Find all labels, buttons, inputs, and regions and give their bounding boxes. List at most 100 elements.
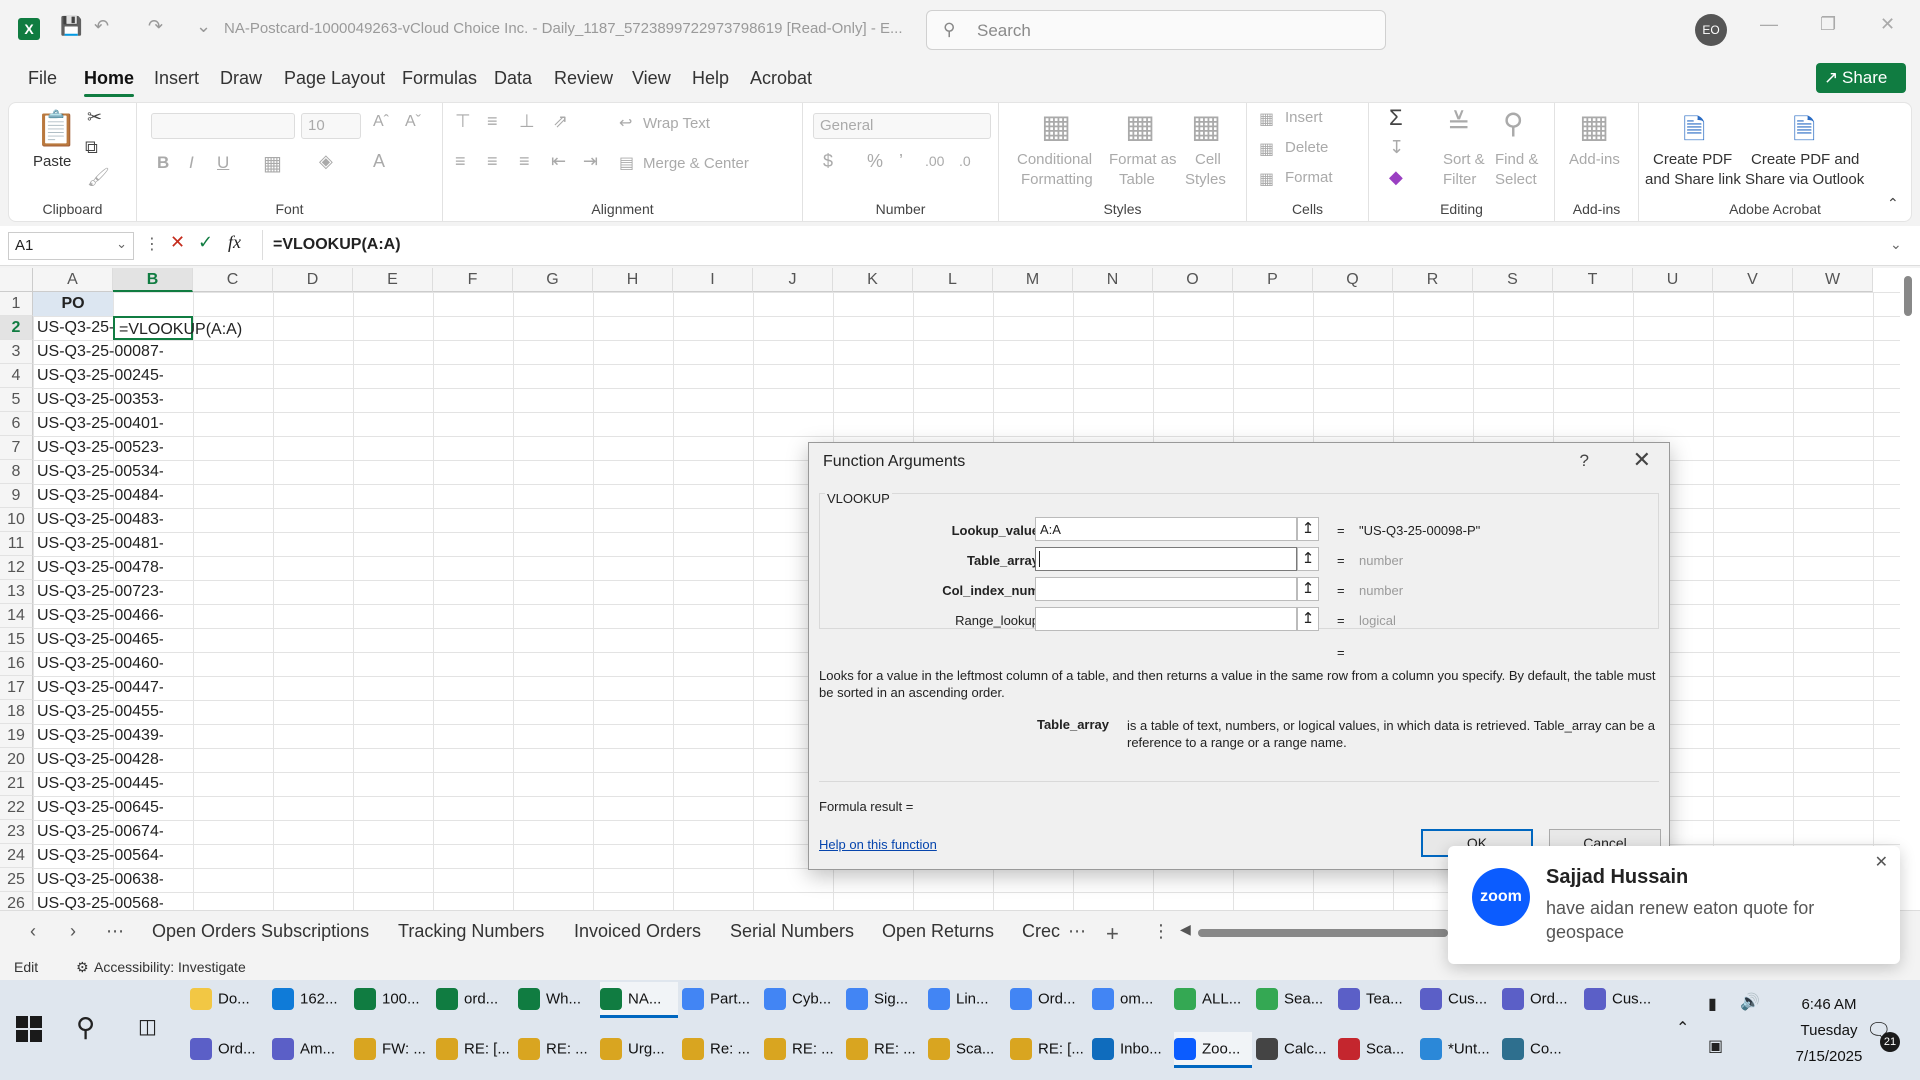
taskbar-app-tb-row2-11[interactable]: Inbo... — [1092, 1032, 1170, 1068]
sort-filter-icon[interactable]: ≚ — [1447, 107, 1470, 140]
taskbar-app-tb-row1-7[interactable]: Cyb... — [764, 982, 842, 1018]
row-header-20[interactable]: 20 — [0, 748, 33, 772]
decrease-font-icon[interactable]: Aˇ — [405, 113, 421, 131]
row-header-10[interactable]: 10 — [0, 508, 33, 532]
cell-a8[interactable]: US-Q3-25-00534-P — [33, 460, 163, 484]
row-header-19[interactable]: 19 — [0, 724, 33, 748]
decrease-decimal-icon[interactable]: .0 — [959, 153, 971, 169]
column-header-c[interactable]: C — [193, 268, 273, 292]
tab-help[interactable]: Help — [692, 68, 729, 89]
tab-review[interactable]: Review — [554, 68, 613, 89]
cell-a1[interactable]: PO — [33, 292, 113, 316]
cell-a21[interactable]: US-Q3-25-00445-P — [33, 772, 163, 796]
create-pdf-outlook-icon[interactable]: 🗎 — [1793, 109, 1816, 157]
row-header-23[interactable]: 23 — [0, 820, 33, 844]
cell-a18[interactable]: US-Q3-25-00455-P — [33, 700, 163, 724]
paste-icon[interactable]: 📋 — [35, 109, 77, 149]
fill-icon[interactable]: ↧ — [1389, 137, 1404, 158]
row-header-4[interactable]: 4 — [0, 364, 33, 388]
tab-draw[interactable]: Draw — [220, 68, 262, 89]
row-header-25[interactable]: 25 — [0, 868, 33, 892]
increase-decimal-icon[interactable]: .00 — [925, 153, 944, 169]
number-format-select[interactable]: General — [813, 113, 991, 139]
sheet-tab-invoiced-orders[interactable]: Invoiced Orders — [574, 921, 701, 942]
taskbar-app-tb-row1-2[interactable]: 100... — [354, 982, 432, 1018]
column-header-u[interactable]: U — [1633, 268, 1713, 292]
confirm-entry-icon[interactable]: ✓ — [198, 232, 213, 253]
next-sheet-icon[interactable]: › — [70, 921, 76, 942]
taskbar-app-tb-row1-13[interactable]: Sea... — [1256, 982, 1334, 1018]
format-as-table-label-2[interactable]: Table — [1119, 171, 1155, 188]
row-header-24[interactable]: 24 — [0, 844, 33, 868]
column-header-j[interactable]: J — [753, 268, 833, 292]
cell-a6[interactable]: US-Q3-25-00401-P — [33, 412, 163, 436]
row-header-2[interactable]: 2 — [0, 316, 33, 340]
taskbar-app-tb-row1-4[interactable]: Wh... — [518, 982, 596, 1018]
taskbar-app-tb-row2-16[interactable]: Co... — [1502, 1032, 1580, 1068]
increase-font-icon[interactable]: Aˆ — [373, 113, 389, 131]
volume-icon[interactable]: 🔊 — [1740, 992, 1760, 1012]
cell-a14[interactable]: US-Q3-25-00466-P — [33, 604, 163, 628]
align-right-icon[interactable]: ≡ — [519, 151, 530, 172]
row-header-5[interactable]: 5 — [0, 388, 33, 412]
delete-cells-icon[interactable]: ▦ — [1259, 139, 1274, 159]
more-tabs-icon[interactable]: ⋯ — [1068, 921, 1086, 942]
conditional-formatting-icon[interactable]: ▦ — [1041, 107, 1071, 145]
taskbar-app-tb-row1-16[interactable]: Ord... — [1502, 982, 1580, 1018]
network-icon[interactable]: ▣ — [1708, 1036, 1723, 1056]
collapse-dialog-icon[interactable]: ↥ — [1297, 547, 1319, 571]
cell-styles-label-1[interactable]: Cell — [1195, 151, 1221, 168]
system-clock[interactable]: 6:46 AM Tuesday 7/15/2025 — [1784, 992, 1874, 1070]
save-icon[interactable]: 💾 — [60, 16, 82, 37]
help-on-function-link[interactable]: Help on this function — [819, 837, 937, 852]
cell-a20[interactable]: US-Q3-25-00428-P — [33, 748, 163, 772]
cell-a5[interactable]: US-Q3-25-00353-P — [33, 388, 163, 412]
cell-a4[interactable]: US-Q3-25-00245-P — [33, 364, 163, 388]
row-header-11[interactable]: 11 — [0, 532, 33, 556]
taskbar-app-tb-row2-6[interactable]: Re: ... — [682, 1032, 760, 1068]
cell-a19[interactable]: US-Q3-25-00439-P — [33, 724, 163, 748]
row-header-22[interactable]: 22 — [0, 796, 33, 820]
row-header-26[interactable]: 26 — [0, 892, 33, 910]
format-as-table-label-1[interactable]: Format as — [1109, 151, 1177, 168]
find-select-label-1[interactable]: Find & — [1495, 151, 1538, 168]
tab-formulas[interactable]: Formulas — [402, 68, 477, 89]
cell-a10[interactable]: US-Q3-25-00483-P — [33, 508, 163, 532]
add-sheet-icon[interactable]: + — [1106, 921, 1119, 947]
font-color-icon[interactable]: A — [373, 151, 385, 172]
tab-insert[interactable]: Insert — [154, 68, 199, 89]
tab-data[interactable]: Data — [494, 68, 532, 89]
row-header-13[interactable]: 13 — [0, 580, 33, 604]
taskbar-app-tb-row1-14[interactable]: Tea... — [1338, 982, 1416, 1018]
create-pdf-share-label-1[interactable]: Create PDF — [1653, 151, 1732, 168]
select-all-corner[interactable] — [0, 268, 33, 292]
comma-icon[interactable]: ’ — [899, 151, 903, 172]
column-header-g[interactable]: G — [513, 268, 593, 292]
tab-page-layout[interactable]: Page Layout — [284, 68, 385, 89]
row-header-9[interactable]: 9 — [0, 484, 33, 508]
decrease-indent-icon[interactable]: ⇤ — [551, 151, 566, 172]
column-header-m[interactable]: M — [993, 268, 1073, 292]
cell-b2-active[interactable]: =VLOOKUP(A:A) — [113, 316, 242, 340]
cell-a15[interactable]: US-Q3-25-00465-P — [33, 628, 163, 652]
column-header-e[interactable]: E — [353, 268, 433, 292]
cell-a12[interactable]: US-Q3-25-00478-P — [33, 556, 163, 580]
underline-icon[interactable]: U — [217, 153, 229, 173]
more-options-icon[interactable]: ⋮ — [144, 234, 160, 254]
cell-a9[interactable]: US-Q3-25-00484-P — [33, 484, 163, 508]
copy-icon[interactable]: ⧉ — [85, 137, 98, 158]
taskbar-app-tb-row2-9[interactable]: Sca... — [928, 1032, 1006, 1068]
taskbar-app-tb-row1-5[interactable]: NA... — [600, 982, 678, 1018]
row-header-7[interactable]: 7 — [0, 436, 33, 460]
cell-a26[interactable]: US-Q3-25-00568-P — [33, 892, 163, 910]
column-header-d[interactable]: D — [273, 268, 353, 292]
cell-a23[interactable]: US-Q3-25-00674-P — [33, 820, 163, 844]
column-header-k[interactable]: K — [833, 268, 913, 292]
format-cells-label[interactable]: Format — [1285, 169, 1333, 186]
taskbar-app-tb-row1-11[interactable]: om... — [1092, 982, 1170, 1018]
taskbar-app-tb-row1-8[interactable]: Sig... — [846, 982, 924, 1018]
taskbar-app-tb-row2-12[interactable]: Zoo... — [1174, 1032, 1252, 1068]
column-header-f[interactable]: F — [433, 268, 513, 292]
clear-icon[interactable]: ◆ — [1389, 167, 1403, 188]
sheet-options-icon[interactable]: ⋮ — [1152, 921, 1170, 942]
